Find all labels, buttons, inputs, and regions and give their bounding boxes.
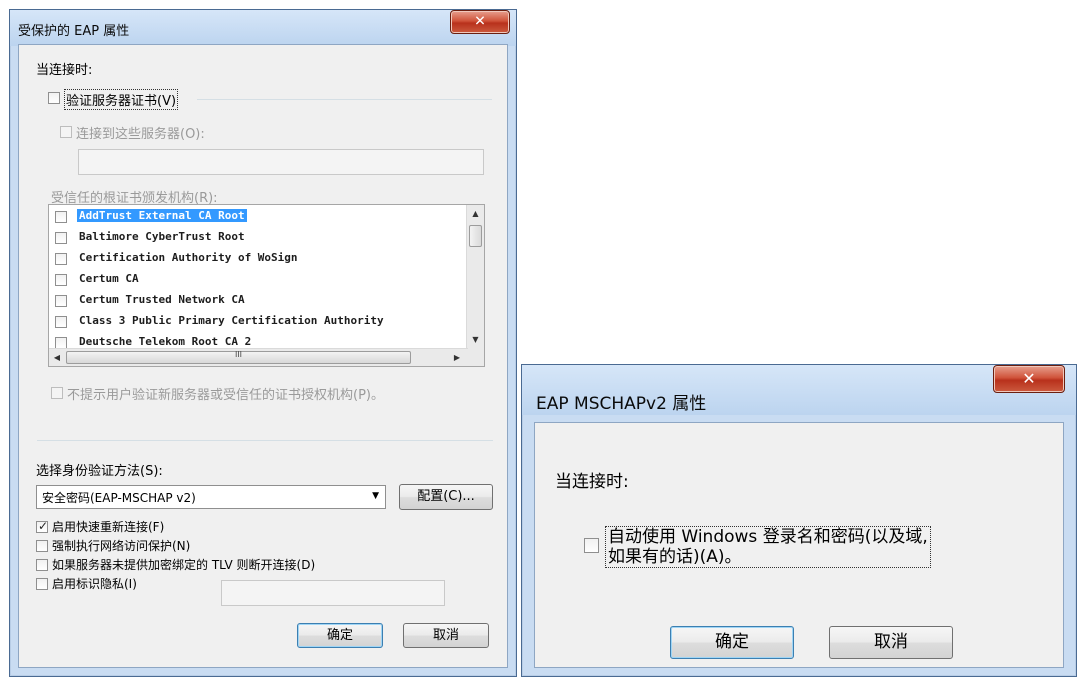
- identity-privacy-checkbox[interactable]: [36, 578, 48, 590]
- cert-checkbox[interactable]: [55, 211, 67, 223]
- cert-name: Class 3 Public Primary Certification Aut…: [79, 314, 384, 327]
- fast-reconnect-checkbox[interactable]: ✓: [36, 519, 49, 533]
- peap-titlebar[interactable]: 受保护的 EAP 属性 ✕: [10, 10, 516, 46]
- mschapv2-client-area: 当连接时: 自动使用 Windows 登录名和密码(以及域, 如果有的话)(A)…: [534, 422, 1064, 668]
- cert-list-vertical-scrollbar[interactable]: ▲ ▼: [466, 205, 484, 350]
- close-icon: ✕: [474, 13, 486, 30]
- scroll-grip: III: [234, 350, 243, 359]
- identity-privacy-label[interactable]: 启用标识隐私(I): [52, 575, 137, 592]
- mschap-ok-button[interactable]: 确定: [670, 626, 794, 659]
- scroll-up-arrow-icon[interactable]: ▲: [467, 209, 484, 218]
- cert-list-item[interactable]: AddTrust External CA Root: [49, 207, 469, 228]
- auto-use-windows-label[interactable]: 自动使用 Windows 登录名和密码(以及域, 如果有的话)(A)。: [605, 526, 931, 568]
- cert-checkbox[interactable]: [55, 274, 67, 286]
- ok-button-label: 确定: [326, 628, 353, 643]
- auto-use-windows-line1: 自动使用 Windows 登录名和密码(以及域,: [608, 527, 928, 547]
- cert-name: Certification Authority of WoSign: [79, 251, 298, 264]
- mschapv2-properties-dialog: EAP MSCHAPv2 属性 ✕ 当连接时: 自动使用 Windows 登录名…: [521, 364, 1077, 677]
- identity-privacy-input[interactable]: [221, 580, 445, 606]
- peap-dialog-title: 受保护的 EAP 属性: [18, 24, 130, 39]
- cert-name: Baltimore CyberTrust Root: [79, 230, 245, 243]
- cert-checkbox[interactable]: [55, 232, 67, 244]
- horizontal-scroll-thumb[interactable]: III: [66, 350, 411, 364]
- verify-group-line: [197, 99, 492, 100]
- scroll-left-arrow-icon[interactable]: ◀: [51, 353, 63, 362]
- enforce-nap-label[interactable]: 强制执行网络访问保护(N): [52, 537, 190, 554]
- cert-list-item[interactable]: Certum Trusted Network CA: [49, 291, 469, 312]
- servers-input[interactable]: [78, 149, 484, 175]
- mschap-when-connecting-label: 当连接时:: [555, 472, 629, 492]
- configure-button-label: 配置(C)...: [417, 489, 475, 504]
- when-connecting-label: 当连接时:: [36, 63, 93, 78]
- scroll-corner: [467, 349, 484, 366]
- cert-checkbox[interactable]: [55, 316, 67, 328]
- connect-to-servers-label[interactable]: 连接到这些服务器(O):: [76, 123, 205, 142]
- cert-checkbox[interactable]: [55, 253, 67, 265]
- close-icon: ✕: [1022, 369, 1036, 389]
- cancel-button[interactable]: 取消: [403, 623, 489, 648]
- no-prompt-label[interactable]: 不提示用户验证新服务器或受信任的证书授权机构(P)。: [67, 384, 384, 403]
- chevron-down-icon[interactable]: ▼: [372, 491, 379, 501]
- auth-method-value: 安全密码(EAP-MSCHAP v2): [42, 491, 196, 505]
- mschap-cancel-button-label: 取消: [874, 632, 908, 652]
- auto-use-windows-checkbox[interactable]: [584, 538, 599, 553]
- cert-name: AddTrust External CA Root: [77, 209, 247, 222]
- auth-method-select[interactable]: 安全密码(EAP-MSCHAP v2) ▼: [36, 485, 386, 509]
- trusted-root-ca-list[interactable]: AddTrust External CA Root Baltimore Cybe…: [48, 204, 485, 367]
- peap-client-area: 当连接时: 验证服务器证书(V) 连接到这些服务器(O): 受信任的根证书颁发机…: [18, 44, 508, 668]
- no-prompt-checkbox[interactable]: [51, 387, 63, 399]
- peap-close-button[interactable]: ✕: [450, 10, 510, 34]
- ok-button[interactable]: 确定: [297, 623, 383, 648]
- cert-name: Certum CA: [79, 272, 139, 285]
- fast-reconnect-label[interactable]: 启用快速重新连接(F): [52, 518, 164, 535]
- configure-button[interactable]: 配置(C)...: [399, 484, 493, 510]
- cert-list-item[interactable]: Class 3 Public Primary Certification Aut…: [49, 312, 469, 333]
- cert-name: Deutsche Telekom Root CA 2: [79, 335, 252, 348]
- mschapv2-titlebar[interactable]: EAP MSCHAPv2 属性 ✕: [522, 365, 1076, 415]
- cert-checkbox[interactable]: [55, 295, 67, 307]
- disconnect-no-tlv-label[interactable]: 如果服务器未提供加密绑定的 TLV 则断开连接(D): [52, 556, 315, 573]
- cert-list-item[interactable]: Certification Authority of WoSign: [49, 249, 469, 270]
- connect-to-servers-checkbox[interactable]: [60, 126, 72, 138]
- auto-use-windows-line2: 如果有的话)(A)。: [608, 547, 742, 567]
- vertical-scroll-thumb[interactable]: [469, 225, 482, 247]
- scroll-right-arrow-icon[interactable]: ▶: [451, 353, 463, 362]
- separator-line: [37, 440, 493, 441]
- disconnect-no-tlv-checkbox[interactable]: [36, 559, 48, 571]
- verify-server-cert-checkbox[interactable]: [48, 92, 60, 104]
- peap-properties-dialog: 受保护的 EAP 属性 ✕ 当连接时: 验证服务器证书(V) 连接到这些服务器(…: [9, 9, 517, 677]
- check-icon: ✓: [37, 519, 49, 533]
- cancel-button-label: 取消: [432, 628, 459, 643]
- select-auth-method-label: 选择身份验证方法(S):: [36, 464, 163, 479]
- verify-server-cert-label[interactable]: 验证服务器证书(V): [64, 89, 179, 110]
- cert-list-horizontal-scrollbar[interactable]: ◀ III ▶: [49, 348, 468, 366]
- cert-list-item[interactable]: Certum CA: [49, 270, 469, 291]
- mschap-cancel-button[interactable]: 取消: [829, 626, 953, 659]
- scroll-down-arrow-icon[interactable]: ▼: [467, 335, 484, 344]
- cert-list-item[interactable]: Baltimore CyberTrust Root: [49, 228, 469, 249]
- cert-name: Certum Trusted Network CA: [79, 293, 245, 306]
- mschapv2-dialog-title: EAP MSCHAPv2 属性: [536, 394, 707, 414]
- mschap-ok-button-label: 确定: [715, 632, 749, 652]
- enforce-nap-checkbox[interactable]: [36, 540, 48, 552]
- mschapv2-close-button[interactable]: ✕: [993, 365, 1065, 393]
